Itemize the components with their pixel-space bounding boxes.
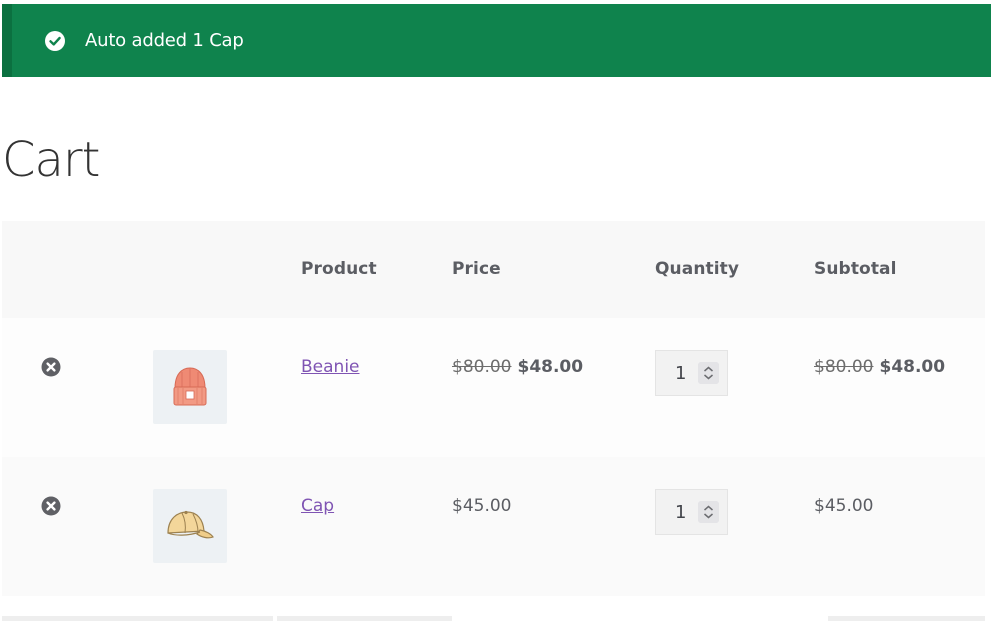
remove-item-icon[interactable]: [41, 496, 61, 516]
quantity-value: 1: [675, 502, 687, 523]
header-price: Price: [452, 259, 501, 279]
notice-message: Auto added 1 Cap: [85, 30, 244, 51]
subtotal-cell: $45.00: [814, 496, 874, 516]
header-product: Product: [301, 259, 377, 279]
cart-table-header: Product Price Quantity Subtotal: [2, 221, 985, 318]
product-link-beanie[interactable]: Beanie: [301, 357, 360, 377]
update-cart-button[interactable]: [828, 616, 985, 621]
subtotal-cell: $80.00 $48.00: [814, 357, 945, 377]
price-cell: $45.00: [452, 496, 512, 516]
quantity-stepper-icon[interactable]: [698, 362, 719, 384]
sale-subtotal: $48.00: [879, 357, 946, 377]
product-thumbnail[interactable]: [153, 350, 227, 424]
quantity-value: 1: [675, 363, 687, 384]
product-thumbnail[interactable]: [153, 489, 227, 563]
apply-coupon-button[interactable]: [277, 616, 452, 621]
header-quantity: Quantity: [655, 259, 740, 279]
coupon-input[interactable]: [2, 616, 273, 621]
regular-price: $80.00: [452, 357, 512, 377]
cap-icon: [167, 510, 214, 539]
regular-subtotal: $80.00: [814, 357, 874, 377]
success-notice: Auto added 1 Cap: [2, 4, 991, 77]
quantity-stepper-icon[interactable]: [698, 501, 719, 523]
cart-row-cap: Cap $45.00 1 $45.00: [2, 457, 985, 596]
quantity-input[interactable]: 1: [655, 489, 728, 535]
header-subtotal: Subtotal: [814, 259, 897, 279]
quantity-input[interactable]: 1: [655, 350, 728, 396]
price-cell: $80.00 $48.00: [452, 357, 583, 377]
cart-table: Product Price Quantity Subtotal Beanie $…: [2, 221, 985, 596]
sale-price: $48.00: [517, 357, 584, 377]
page-title: Cart: [2, 132, 100, 188]
beanie-icon: [173, 367, 207, 406]
remove-item-icon[interactable]: [41, 357, 61, 377]
product-link-cap[interactable]: Cap: [301, 496, 334, 516]
cart-row-beanie: Beanie $80.00 $48.00 1 $80.00 $48.00: [2, 318, 985, 457]
check-circle-icon: [45, 31, 65, 51]
